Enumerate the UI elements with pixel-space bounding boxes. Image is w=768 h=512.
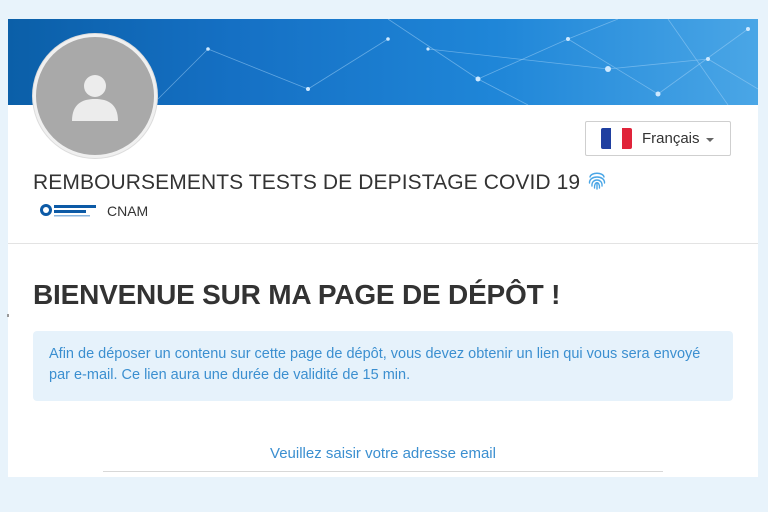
fingerprint-icon [587, 169, 607, 197]
email-input[interactable]: Veuillez saisir votre adresse email [103, 444, 663, 472]
profile-avatar [33, 34, 157, 158]
france-flag-icon [601, 128, 632, 149]
organization: CNAM [39, 202, 148, 220]
user-placeholder-icon [72, 75, 118, 121]
email-placeholder: Veuillez saisir votre adresse email [270, 445, 496, 462]
info-alert: Afin de déposer un contenu sur cette pag… [33, 331, 733, 401]
page-title: REMBOURSEMENTS TESTS DE DEPISTAGE COVID … [33, 169, 607, 197]
organization-name: CNAM [107, 203, 149, 219]
page-title-text: REMBOURSEMENTS TESTS DE DEPISTAGE COVID … [33, 171, 581, 194]
section-divider [8, 243, 758, 244]
chevron-down-icon [705, 137, 714, 142]
welcome-heading: BIENVENUE SUR MA PAGE DE DÉPÔT ! [33, 279, 561, 310]
language-label: Français [642, 130, 700, 147]
edge-mark [7, 314, 9, 317]
language-selector[interactable]: Français [585, 121, 731, 156]
assurance-maladie-logo [39, 202, 97, 220]
deposit-card: Français REMBOURSEMENTS TESTS DE DEPISTA… [8, 19, 758, 477]
